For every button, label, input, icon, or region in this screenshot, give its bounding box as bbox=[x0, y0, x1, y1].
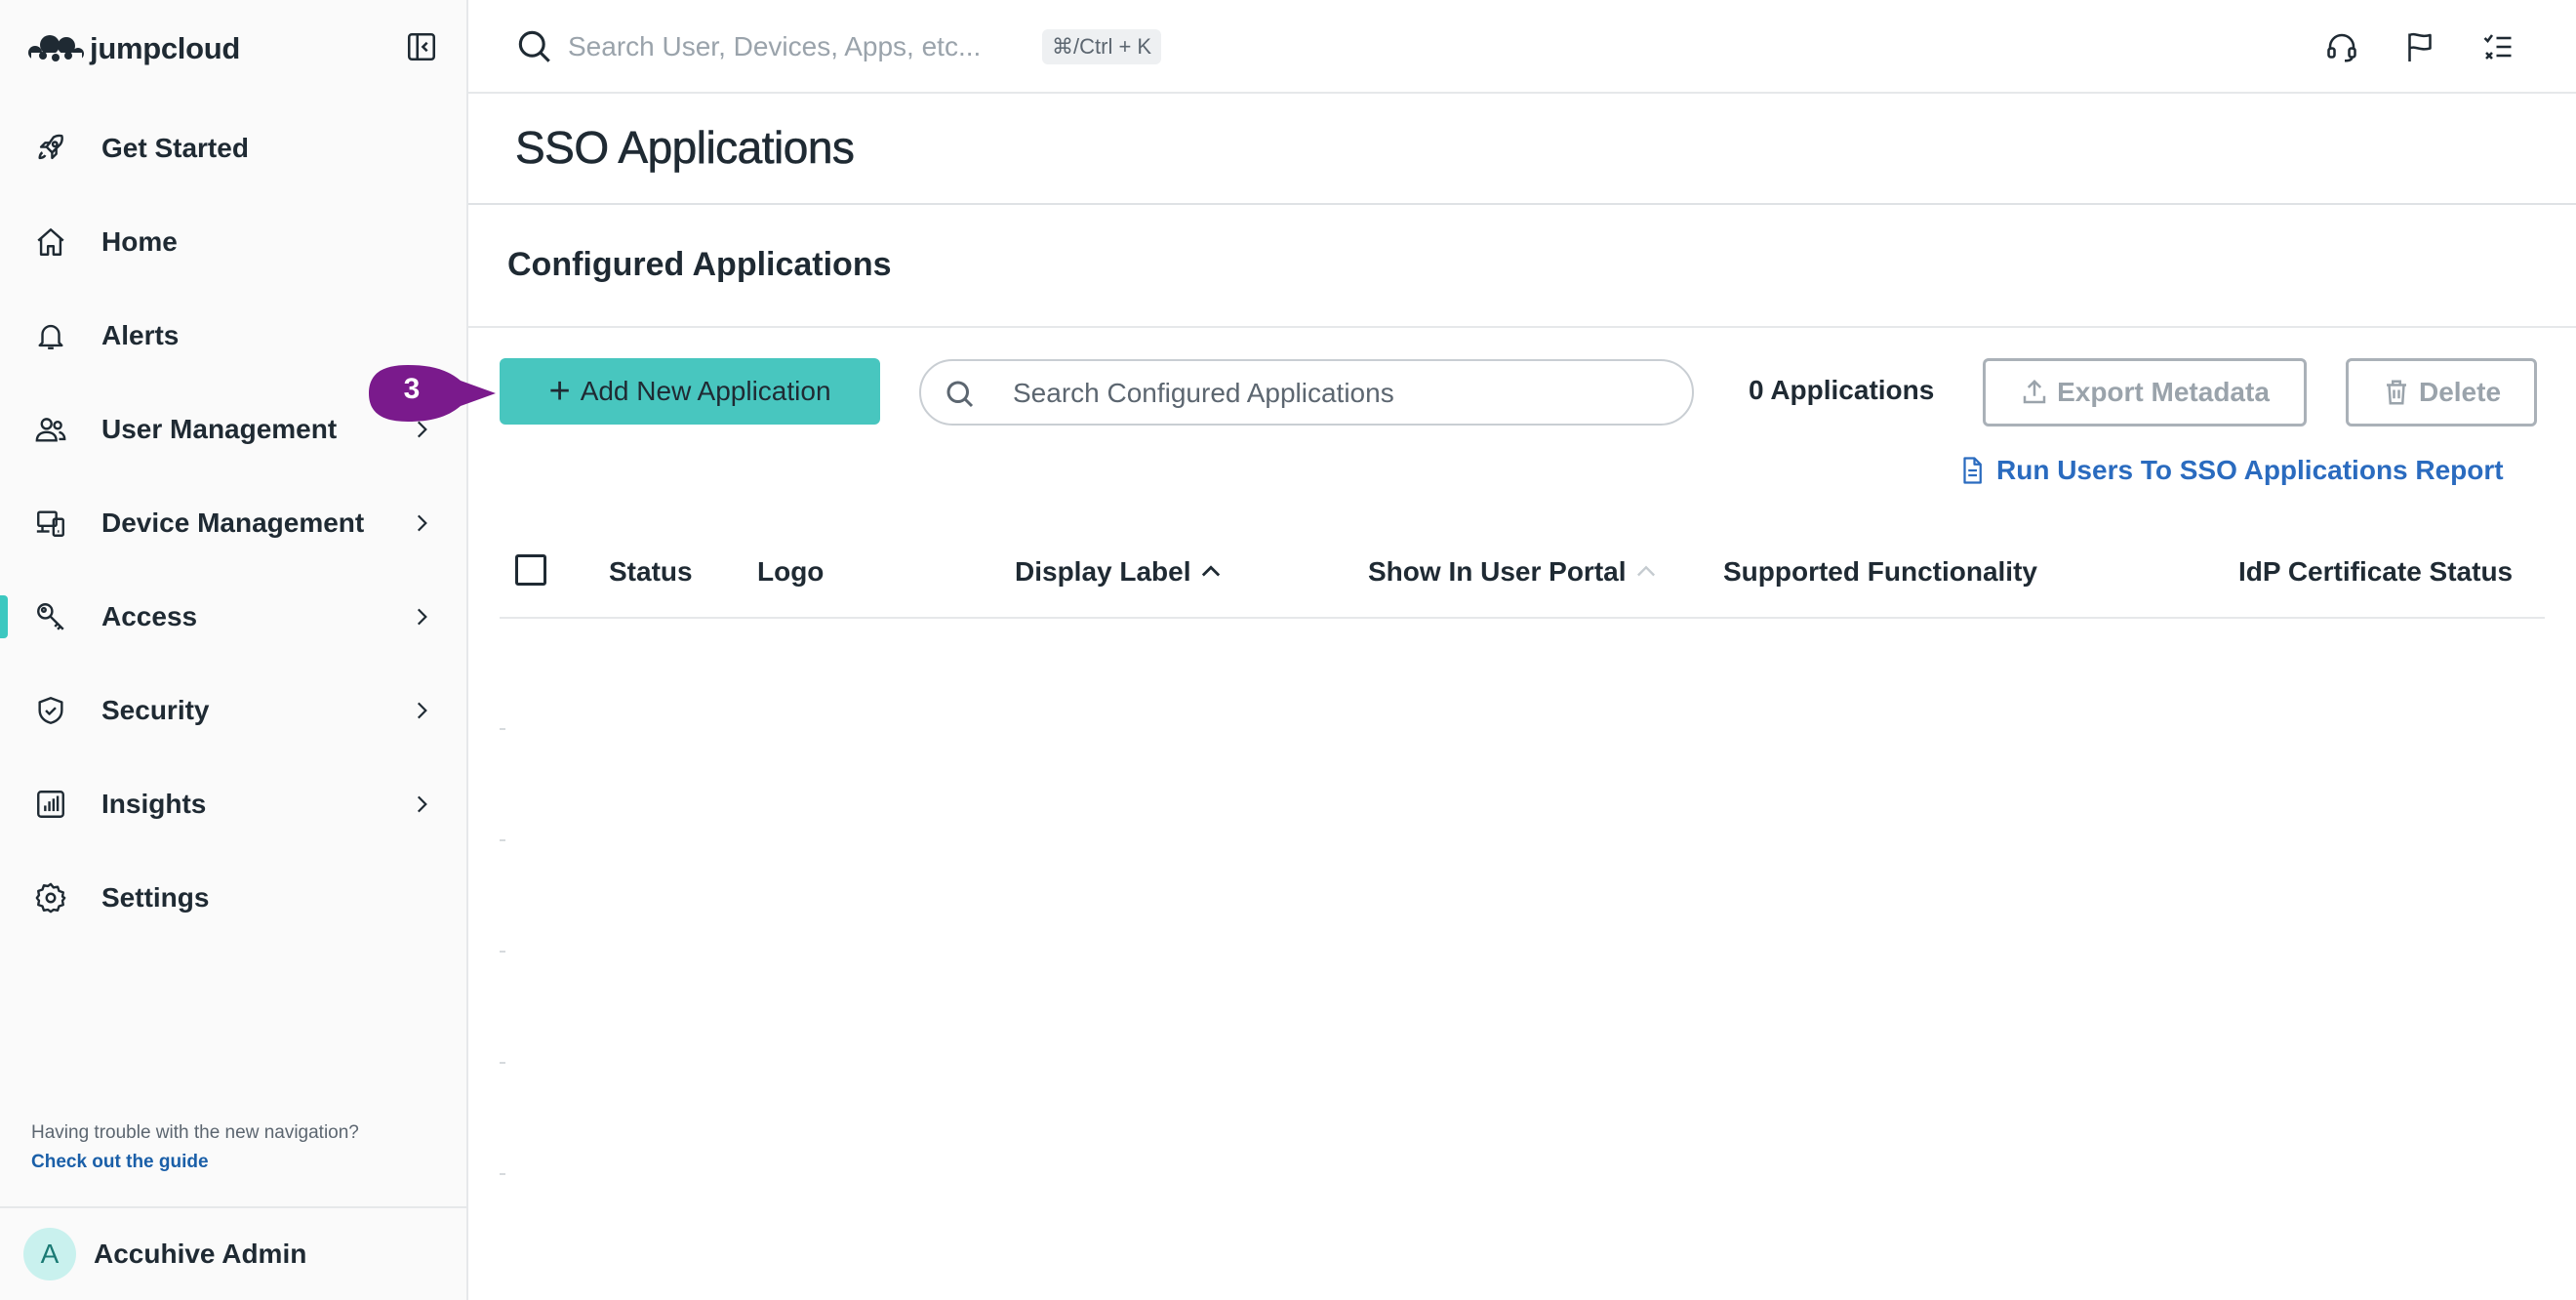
sort-ascending-icon bbox=[1201, 565, 1220, 577]
devices-icon bbox=[31, 504, 70, 543]
chevron-right-icon bbox=[402, 504, 441, 543]
run-report-link[interactable]: Run Users To SSO Applications Report bbox=[1957, 455, 2504, 486]
headset-icon bbox=[2327, 33, 2356, 62]
sidebar-item-label: User Management bbox=[101, 414, 338, 444]
tasks-button[interactable] bbox=[2476, 25, 2519, 68]
sidebar-item-label: Alerts bbox=[101, 320, 180, 350]
sidebar-item-label: Home bbox=[101, 226, 178, 257]
table-header: Status Logo Display Label Show In User P… bbox=[500, 533, 2545, 619]
users-icon bbox=[31, 410, 70, 449]
search-icon bbox=[946, 381, 974, 408]
user-name: Accuhive Admin bbox=[94, 1239, 307, 1269]
collapse-sidebar-icon bbox=[407, 32, 436, 61]
support-button[interactable] bbox=[2320, 25, 2363, 68]
upload-icon bbox=[2023, 379, 2046, 404]
trash-icon bbox=[2386, 380, 2406, 405]
section-header: Configured Applications bbox=[468, 205, 2576, 328]
column-status-label: Status bbox=[609, 556, 693, 587]
column-logo: Logo bbox=[757, 556, 824, 588]
row-placeholder bbox=[500, 1062, 505, 1064]
brand-name: jumpcloud bbox=[90, 31, 241, 65]
search-shortcut-badge: ⌘/Ctrl + K bbox=[1042, 29, 1162, 64]
row-placeholder bbox=[500, 728, 505, 730]
navigation-help: Having trouble with the new navigation? … bbox=[31, 1122, 359, 1173]
feature-flag-button[interactable] bbox=[2398, 25, 2441, 68]
chevron-right-icon bbox=[402, 691, 441, 730]
column-show-in-user-portal[interactable]: Show In User Portal bbox=[1368, 556, 1660, 588]
sidebar: jumpcloud Get Started Home Alerts User M… bbox=[0, 0, 468, 1300]
chevron-right-icon bbox=[402, 785, 441, 824]
document-icon bbox=[1963, 457, 1982, 484]
column-supported-functionality-label: Supported Functionality bbox=[1723, 556, 2037, 587]
avatar: A bbox=[23, 1228, 76, 1280]
sidebar-item-label: Access bbox=[101, 601, 198, 631]
chart-icon bbox=[31, 785, 70, 824]
export-metadata-label: Export Metadata bbox=[2057, 377, 2270, 407]
brand[interactable]: jumpcloud bbox=[23, 25, 240, 72]
row-placeholder bbox=[500, 951, 505, 953]
sidebar-item-insights[interactable]: Insights bbox=[0, 757, 466, 851]
home-icon bbox=[31, 223, 70, 262]
sidebar-item-get-started[interactable]: Get Started bbox=[0, 102, 466, 195]
step-callout-number: 3 bbox=[403, 373, 421, 405]
sidebar-item-security[interactable]: Security bbox=[0, 664, 466, 757]
sidebar-item-settings[interactable]: Settings bbox=[0, 851, 466, 945]
application-count: 0 Applications bbox=[1749, 375, 1935, 405]
sidebar-item-home[interactable]: Home bbox=[0, 195, 466, 289]
column-idp-certificate-status: IdP Certificate Status bbox=[2238, 556, 2513, 588]
export-metadata-button[interactable]: Export Metadata bbox=[1983, 358, 2307, 427]
page-header: SSO Applications bbox=[468, 94, 2576, 205]
sidebar-item-label: Settings bbox=[101, 882, 210, 913]
key-icon bbox=[31, 597, 70, 636]
sidebar-item-access[interactable]: Access bbox=[0, 570, 466, 664]
flag-icon bbox=[2408, 32, 2432, 61]
row-placeholder bbox=[500, 839, 505, 841]
user-menu[interactable]: A Accuhive Admin bbox=[0, 1206, 466, 1300]
row-placeholder bbox=[500, 1173, 505, 1175]
application-search bbox=[919, 359, 1694, 426]
collapse-sidebar-button[interactable] bbox=[402, 27, 441, 66]
chevron-right-icon bbox=[402, 597, 441, 636]
sidebar-item-label: Security bbox=[101, 695, 210, 725]
sidebar-nav: Get Started Home Alerts User Management bbox=[0, 102, 466, 945]
topbar: ⌘/Ctrl + K bbox=[468, 0, 2576, 94]
column-display-label-label: Display Label bbox=[1015, 556, 1191, 587]
application-search-input[interactable] bbox=[1013, 371, 1657, 416]
help-guide-link[interactable]: Check out the guide bbox=[31, 1152, 359, 1173]
sort-inactive-icon bbox=[1636, 565, 1655, 577]
run-report-label: Run Users To SSO Applications Report bbox=[1996, 455, 2504, 485]
delete-button[interactable]: Delete bbox=[2346, 358, 2537, 427]
column-show-in-user-portal-label: Show In User Portal bbox=[1368, 556, 1627, 587]
sidebar-item-label: Insights bbox=[101, 789, 207, 819]
jumpcloud-logo-icon bbox=[28, 35, 84, 61]
page-title: SSO Applications bbox=[515, 122, 856, 174]
gear-icon bbox=[31, 878, 70, 917]
rocket-icon bbox=[31, 129, 70, 168]
shield-icon bbox=[31, 691, 70, 730]
sidebar-item-device-management[interactable]: Device Management bbox=[0, 476, 466, 570]
column-idp-certificate-status-label: IdP Certificate Status bbox=[2238, 556, 2514, 587]
column-display-label[interactable]: Display Label bbox=[1015, 556, 1225, 588]
column-status[interactable]: Status bbox=[609, 556, 693, 588]
delete-label: Delete bbox=[2418, 377, 2502, 407]
search-icon bbox=[518, 30, 550, 62]
checklist-icon bbox=[2483, 34, 2512, 60]
add-new-application-label: Add New Application bbox=[580, 376, 831, 406]
sidebar-item-label: Get Started bbox=[101, 133, 249, 163]
section-title: Configured Applications bbox=[507, 246, 892, 283]
plus-icon: + bbox=[548, 371, 571, 412]
add-new-application-button[interactable]: + Add New Application bbox=[500, 358, 880, 425]
column-logo-label: Logo bbox=[757, 556, 825, 587]
column-supported-functionality: Supported Functionality bbox=[1723, 556, 2037, 588]
select-all-checkbox[interactable] bbox=[515, 554, 546, 586]
help-text: Having trouble with the new navigation? bbox=[31, 1122, 359, 1143]
global-search-input[interactable] bbox=[568, 23, 1017, 70]
sidebar-item-label: Device Management bbox=[101, 508, 365, 538]
bell-icon bbox=[31, 316, 70, 355]
